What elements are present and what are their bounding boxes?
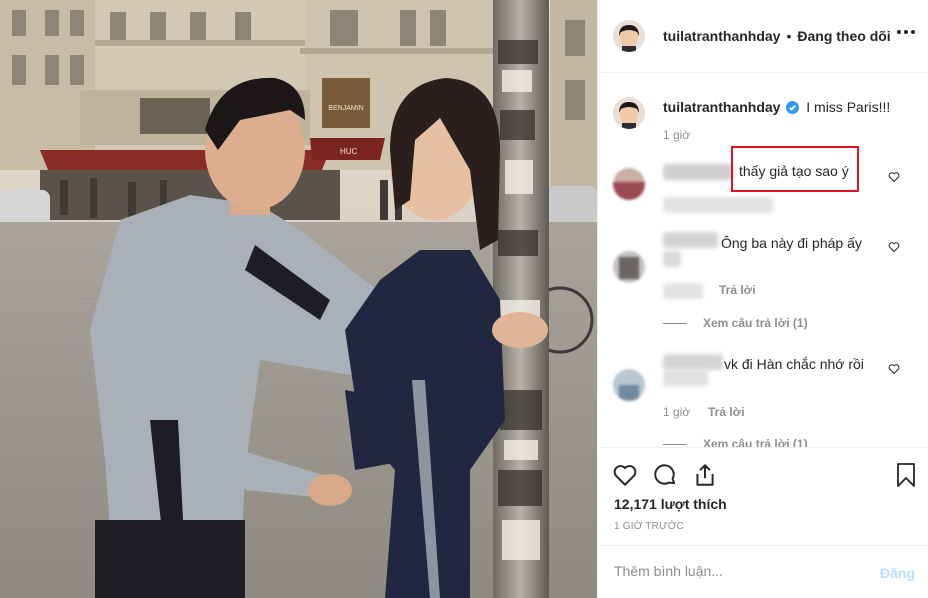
author-avatar[interactable] bbox=[613, 20, 645, 52]
post-actions: 12,171 lượt thích 1 GIỜ TRƯỚC Đăng bbox=[598, 447, 928, 598]
highlight-box bbox=[731, 146, 859, 192]
comment-2-username-tail bbox=[663, 251, 681, 267]
shop-sign-text: BENJAMIN bbox=[328, 105, 363, 112]
likes-count[interactable]: 12,171 lượt thích bbox=[614, 496, 727, 512]
following-button[interactable]: Đang theo dõi bbox=[797, 28, 890, 44]
post-caption: tuilatranthanhday I miss Paris!!! bbox=[613, 97, 890, 129]
instagram-post-window: BENJAMIN HUC tuilatranthanhday • Đang th… bbox=[0, 0, 928, 598]
comment-2-view-replies-label: Xem câu trả lời (1) bbox=[703, 316, 808, 330]
view-replies-line bbox=[663, 443, 687, 445]
comment-icon[interactable] bbox=[652, 462, 678, 488]
comment-2-text: Ông ba này đi pháp ấy bbox=[721, 235, 862, 251]
comment-3-username[interactable] bbox=[663, 354, 723, 370]
comment-3-text: vk đi Hàn chắc nhớ rồi bbox=[724, 356, 864, 372]
comment-3-time: 1 giờ bbox=[663, 405, 691, 419]
verified-badge-icon bbox=[786, 101, 800, 114]
comment-2-avatar[interactable] bbox=[613, 251, 645, 283]
post-timestamp: 1 GIỜ TRƯỚC bbox=[614, 521, 684, 532]
post-sidebar: tuilatranthanhday • Đang theo dõi tuilat… bbox=[597, 0, 928, 598]
comment-1-heart-icon[interactable] bbox=[888, 171, 900, 183]
caption-author-avatar[interactable] bbox=[613, 97, 645, 129]
comment-2-time-blur bbox=[663, 283, 703, 299]
comment-3-avatar[interactable] bbox=[613, 369, 645, 401]
post-comment-button[interactable]: Đăng bbox=[880, 565, 915, 581]
comment-1-avatar[interactable] bbox=[613, 168, 645, 200]
comment-3-heart-icon[interactable] bbox=[888, 363, 900, 375]
header-separator: • bbox=[786, 28, 792, 44]
caption-time: 1 giờ bbox=[663, 128, 691, 142]
comment-3-reply-button[interactable]: Trả lời bbox=[708, 405, 745, 419]
comment-2-username[interactable] bbox=[663, 232, 718, 248]
comment-1-username[interactable] bbox=[663, 164, 733, 180]
view-replies-line bbox=[663, 322, 687, 324]
comment-form: Đăng bbox=[598, 545, 928, 598]
heart-icon[interactable] bbox=[612, 462, 638, 488]
caption-text: tuilatranthanhday I miss Paris!!! bbox=[663, 99, 890, 129]
comment-1-meta bbox=[663, 197, 773, 213]
photo-illustration: BENJAMIN HUC bbox=[0, 0, 597, 598]
comment-3-view-replies-label: Xem câu trả lời (1) bbox=[703, 437, 808, 447]
share-icon[interactable] bbox=[692, 462, 718, 488]
add-comment-input[interactable] bbox=[614, 563, 864, 579]
comment-2-reply-button[interactable]: Trả lời bbox=[719, 283, 756, 297]
awning-text: HUC bbox=[340, 147, 358, 156]
comments-list: tuilatranthanhday I miss Paris!!! 1 giờ … bbox=[598, 73, 928, 447]
author-username-link[interactable]: tuilatranthanhday bbox=[663, 28, 780, 44]
caption-body: I miss Paris!!! bbox=[806, 99, 891, 115]
caption-username-link[interactable]: tuilatranthanhday bbox=[663, 99, 780, 115]
comment-3-username-tail bbox=[663, 370, 708, 386]
post-header: tuilatranthanhday • Đang theo dõi bbox=[598, 0, 928, 73]
bookmark-icon[interactable] bbox=[894, 462, 918, 488]
post-photo[interactable]: BENJAMIN HUC bbox=[0, 0, 597, 598]
comment-3-view-replies[interactable]: Xem câu trả lời (1) bbox=[663, 437, 808, 447]
comment-2-heart-icon[interactable] bbox=[888, 241, 900, 253]
more-options-icon[interactable] bbox=[897, 30, 915, 34]
comment-2-view-replies[interactable]: Xem câu trả lời (1) bbox=[663, 316, 808, 330]
